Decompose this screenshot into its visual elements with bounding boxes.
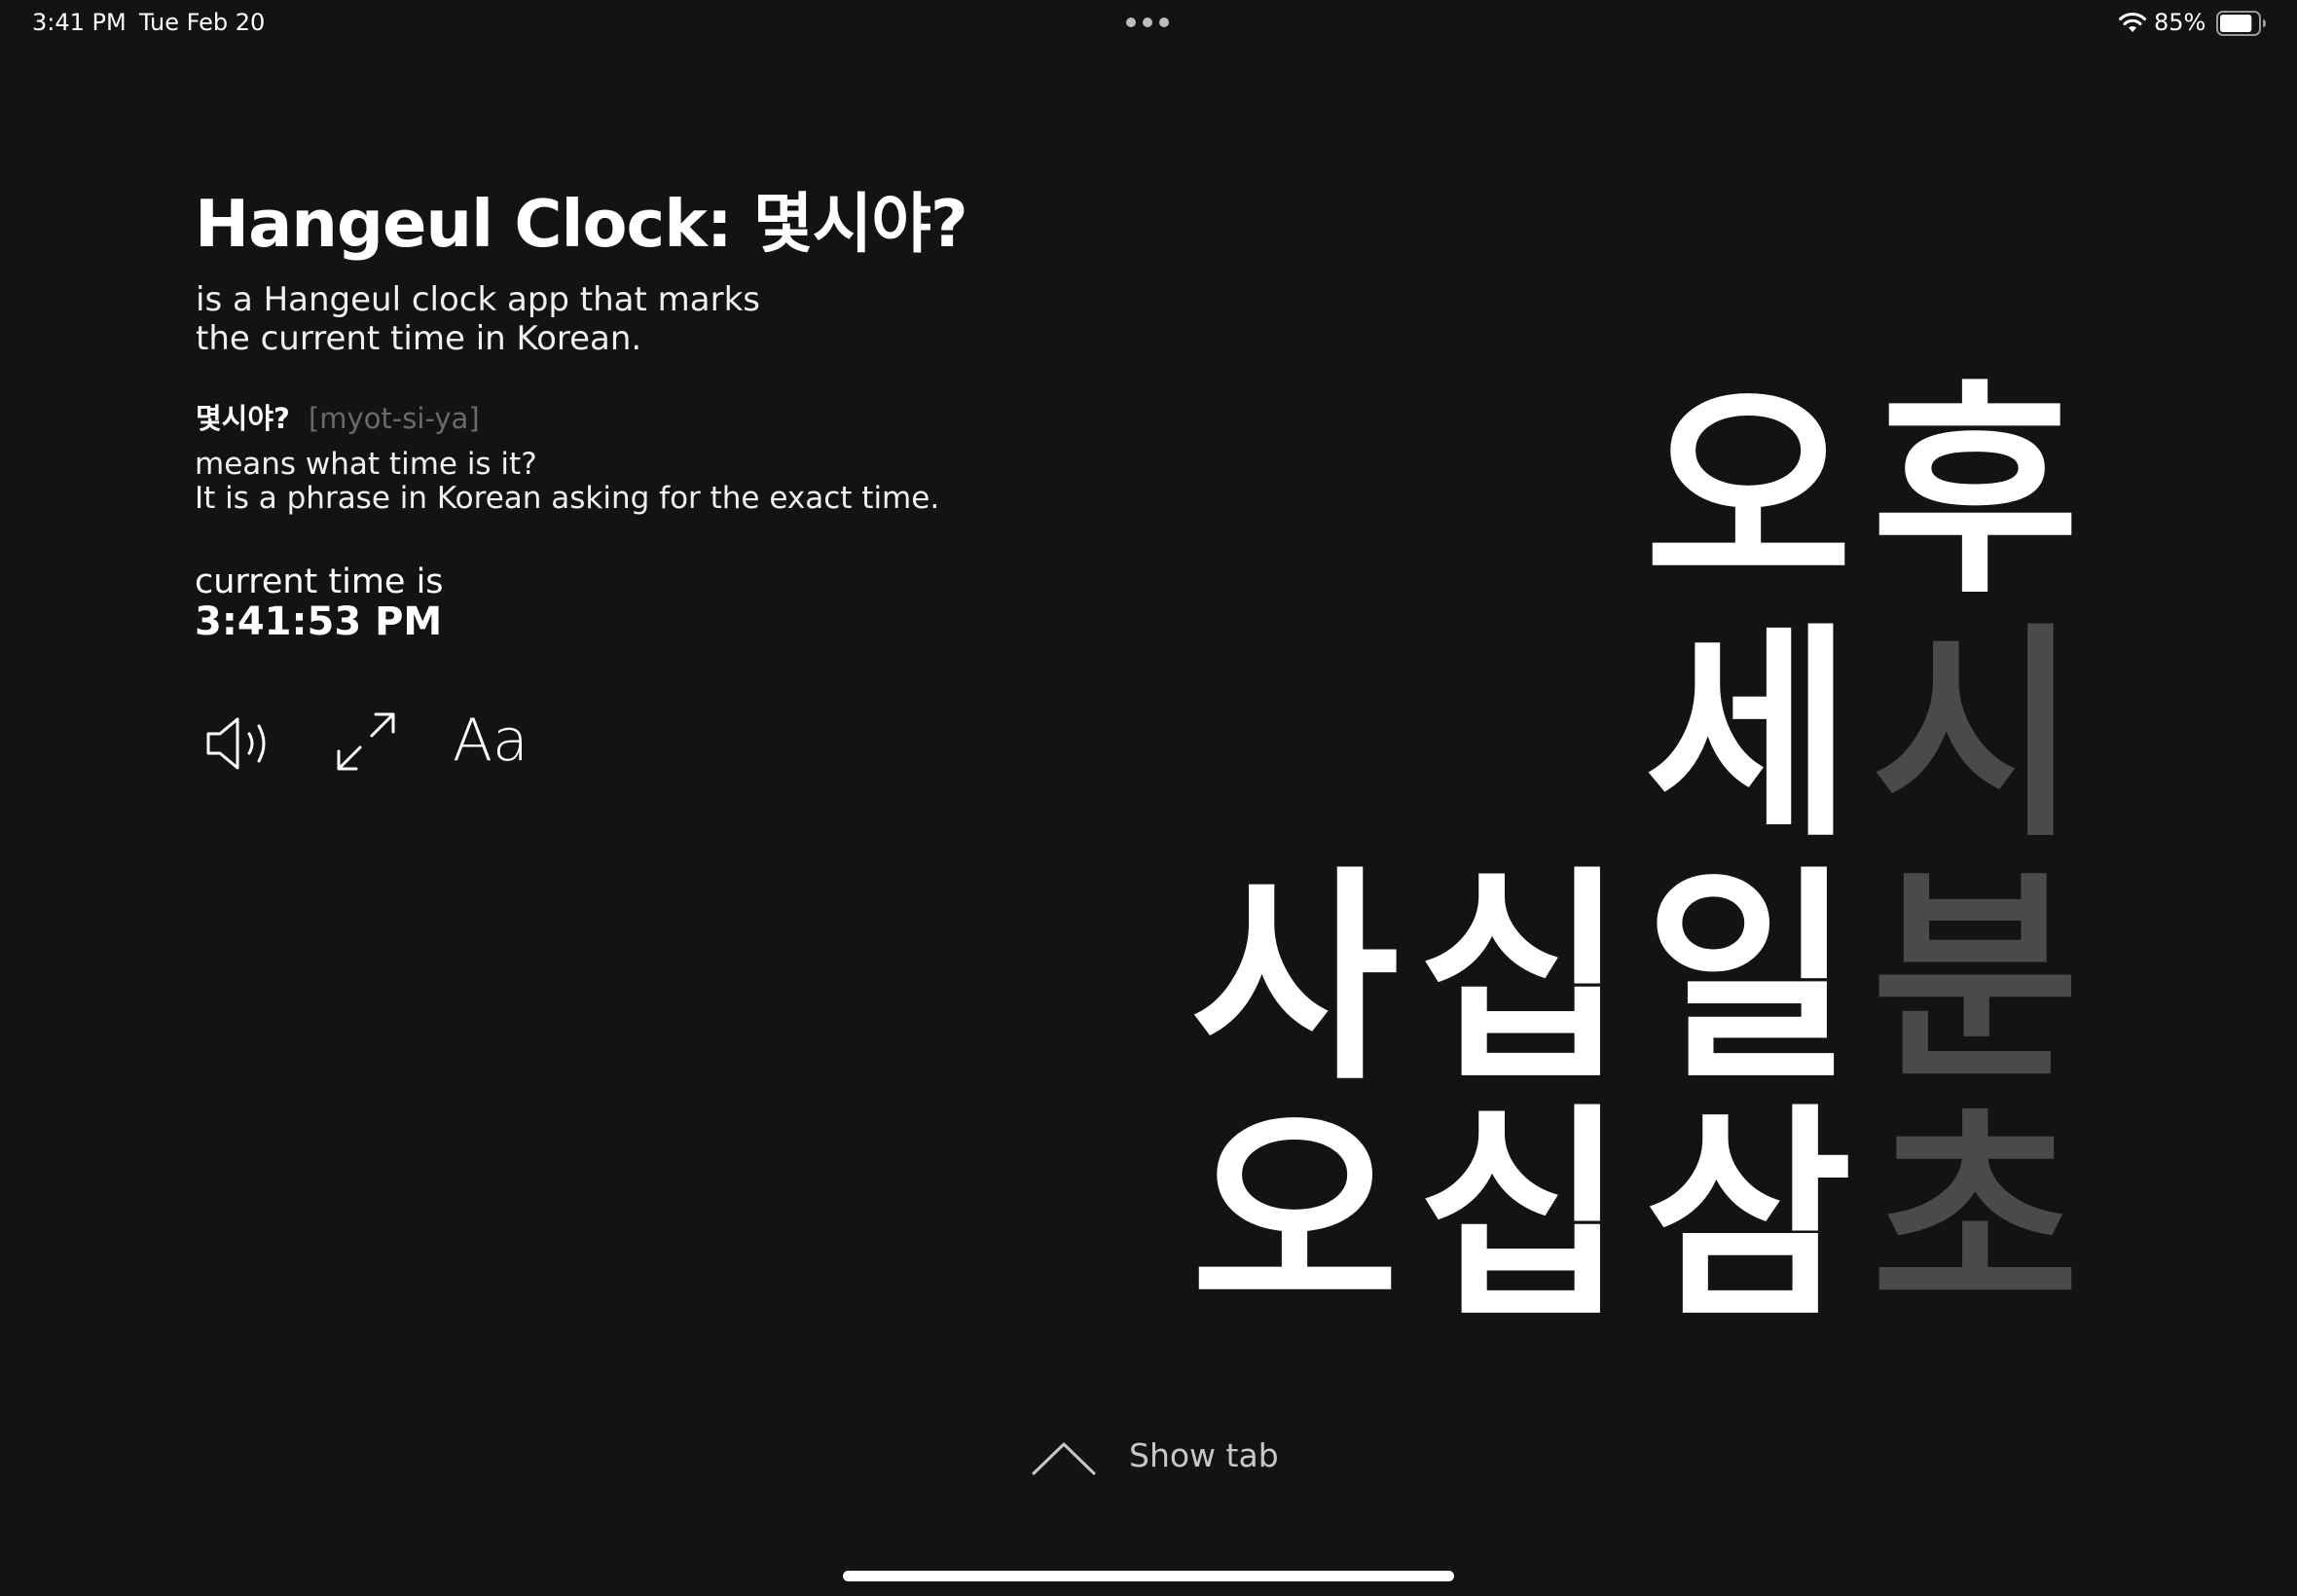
phrase-row: 몇시야? [myot-si-ya] <box>196 399 480 443</box>
description-line: is a Hangeul clock app that marks <box>196 280 760 319</box>
clock-char-minute: 일 <box>1644 848 1852 1110</box>
phrase-romanization: [myot-si-ya] <box>308 402 480 435</box>
clock-row-second: 오십삼초 <box>1178 1100 2085 1333</box>
dot <box>1143 18 1152 27</box>
meaning-line: means what time is it? <box>195 447 537 482</box>
expand-icon <box>337 712 395 771</box>
clock-row-minute: 사십일분 <box>1178 862 2085 1096</box>
current-time-value: 3:41:53 PM <box>195 599 443 644</box>
clock-char-second: 삼 <box>1644 1085 1852 1348</box>
multitask-dots-icon[interactable] <box>1126 18 1169 27</box>
sound-button[interactable] <box>202 712 276 775</box>
wifi-icon <box>2119 12 2146 32</box>
status-date: Tue Feb 20 <box>139 9 266 36</box>
dot <box>1126 18 1136 27</box>
clock-char-second: 오 <box>1190 1085 1399 1348</box>
clock-char-minute: 분 <box>1871 848 2079 1110</box>
home-indicator[interactable] <box>843 1571 1454 1581</box>
chevron-up-icon <box>1032 1442 1096 1475</box>
font-size-button[interactable]: Aa <box>453 707 530 775</box>
dot <box>1159 18 1169 27</box>
battery-percent: 85% <box>2154 9 2206 36</box>
description-line: the current time in Korean. <box>196 319 642 358</box>
clock-row-hour: 세시 <box>1631 619 2085 852</box>
phrase-korean: 몇시야? <box>196 402 290 435</box>
clock-char-minute: 사 <box>1190 848 1399 1110</box>
clock-row-ampm: 오후 <box>1631 376 2085 609</box>
fullscreen-button[interactable] <box>333 708 399 775</box>
speaker-icon <box>206 717 266 770</box>
phrase-meaning: means what time is it? It is a phrase in… <box>195 448 1071 516</box>
app-description: is a Hangeul clock app that marks the cu… <box>196 280 1072 358</box>
battery-icon <box>2216 11 2266 36</box>
show-tab-button[interactable]: Show tab <box>1032 1431 1304 1485</box>
show-tab-label: Show tab <box>1129 1436 1279 1474</box>
clock-char-second: 초 <box>1871 1085 2079 1348</box>
clock-char-hour: 세 <box>1644 604 1852 867</box>
clock-char-ampm: 후 <box>1871 361 2079 624</box>
clock-char-second: 십 <box>1417 1085 1625 1348</box>
app-title: Hangeul Clock: 몇시야? <box>195 186 968 262</box>
status-time: 3:41 PM <box>32 9 127 36</box>
hangeul-clock-screen: 3:41 PM Tue Feb 20 85% Hangeul Clock: 몇시… <box>0 0 2297 1596</box>
meaning-line: It is a phrase in Korean asking for the … <box>195 481 940 516</box>
clock-char-hour: 시 <box>1871 604 2079 867</box>
clock-char-minute: 십 <box>1417 848 1625 1110</box>
clock-char-ampm: 오 <box>1644 361 1852 624</box>
